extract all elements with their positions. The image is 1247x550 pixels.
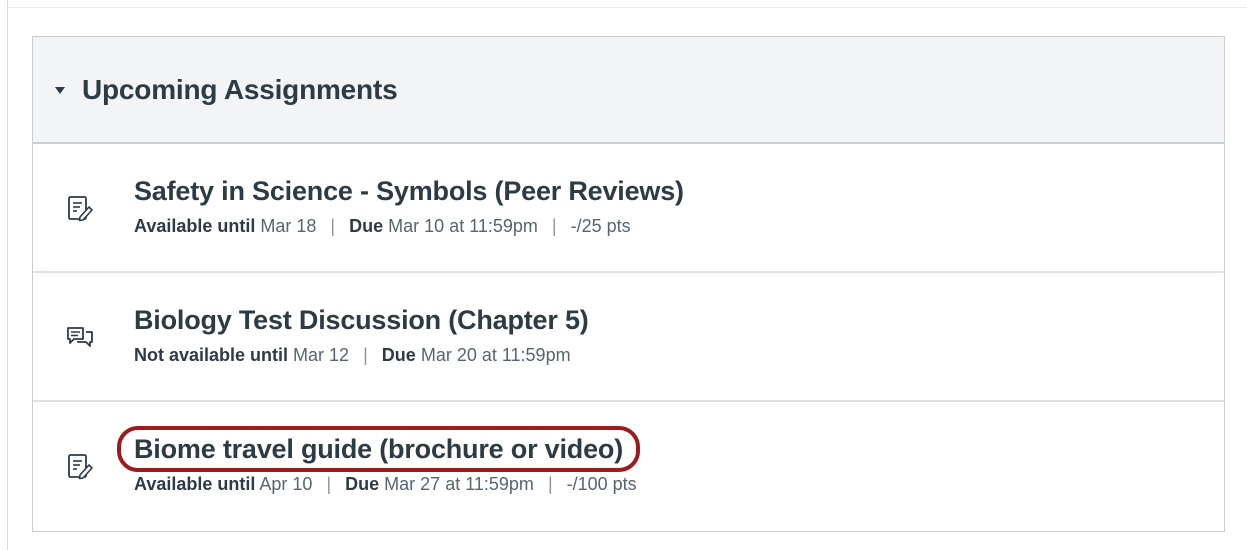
frame-border [7, 7, 1247, 8]
availability-label: Available until [134, 216, 256, 236]
availability-date: Apr 10 [259, 474, 313, 494]
availability-label: Available until [134, 474, 256, 494]
availability-label: Not available until [134, 345, 289, 365]
due-label: Due [381, 345, 416, 365]
section-header-toggle[interactable]: Upcoming Assignments [33, 37, 1224, 144]
availability-date: Mar 18 [260, 216, 317, 236]
separator: | [547, 474, 553, 494]
assignment-link[interactable]: Biome travel guide (brochure or video) [117, 426, 640, 472]
due-date: Mar 10 at 11:59pm [388, 216, 538, 236]
separator: | [330, 216, 336, 236]
frame-border [7, 0, 8, 550]
page: Upcoming Assignments Safety in Science -… [0, 0, 1247, 550]
assignment-icon [68, 196, 93, 222]
points: -/25 pts [570, 216, 631, 236]
due-label: Due [349, 216, 384, 236]
separator: | [326, 474, 332, 494]
discussion-icon [67, 327, 93, 347]
separator: | [363, 345, 368, 365]
discussion-meta: Not available until Mar 12 | Due Mar 20 … [134, 344, 589, 366]
assignment-row: Safety in Science - Symbols (Peer Review… [33, 144, 1224, 273]
caret-down-icon [55, 87, 65, 94]
assignment-icon [68, 454, 93, 480]
assignment-link[interactable]: Safety in Science - Symbols (Peer Review… [134, 175, 684, 207]
assignment-meta: Available until Mar 18 | Due Mar 10 at 1… [134, 215, 684, 237]
discussion-link[interactable]: Biology Test Discussion (Chapter 5) [134, 304, 589, 336]
due-label: Due [345, 474, 380, 494]
points: -/100 pts [566, 474, 637, 494]
upcoming-assignments-panel: Upcoming Assignments Safety in Science -… [32, 36, 1225, 532]
assignment-meta: Available until Apr 10 | Due Mar 27 at 1… [134, 473, 637, 495]
separator: | [551, 216, 557, 236]
availability-date: Mar 12 [293, 345, 350, 365]
due-date: Mar 27 at 11:59pm [384, 474, 534, 494]
assignment-row: Biome travel guide (brochure or video) A… [33, 402, 1224, 528]
section-title: Upcoming Assignments [82, 73, 398, 105]
discussion-row: Biology Test Discussion (Chapter 5) Not … [33, 273, 1224, 402]
due-date: Mar 20 at 11:59pm [420, 345, 571, 365]
